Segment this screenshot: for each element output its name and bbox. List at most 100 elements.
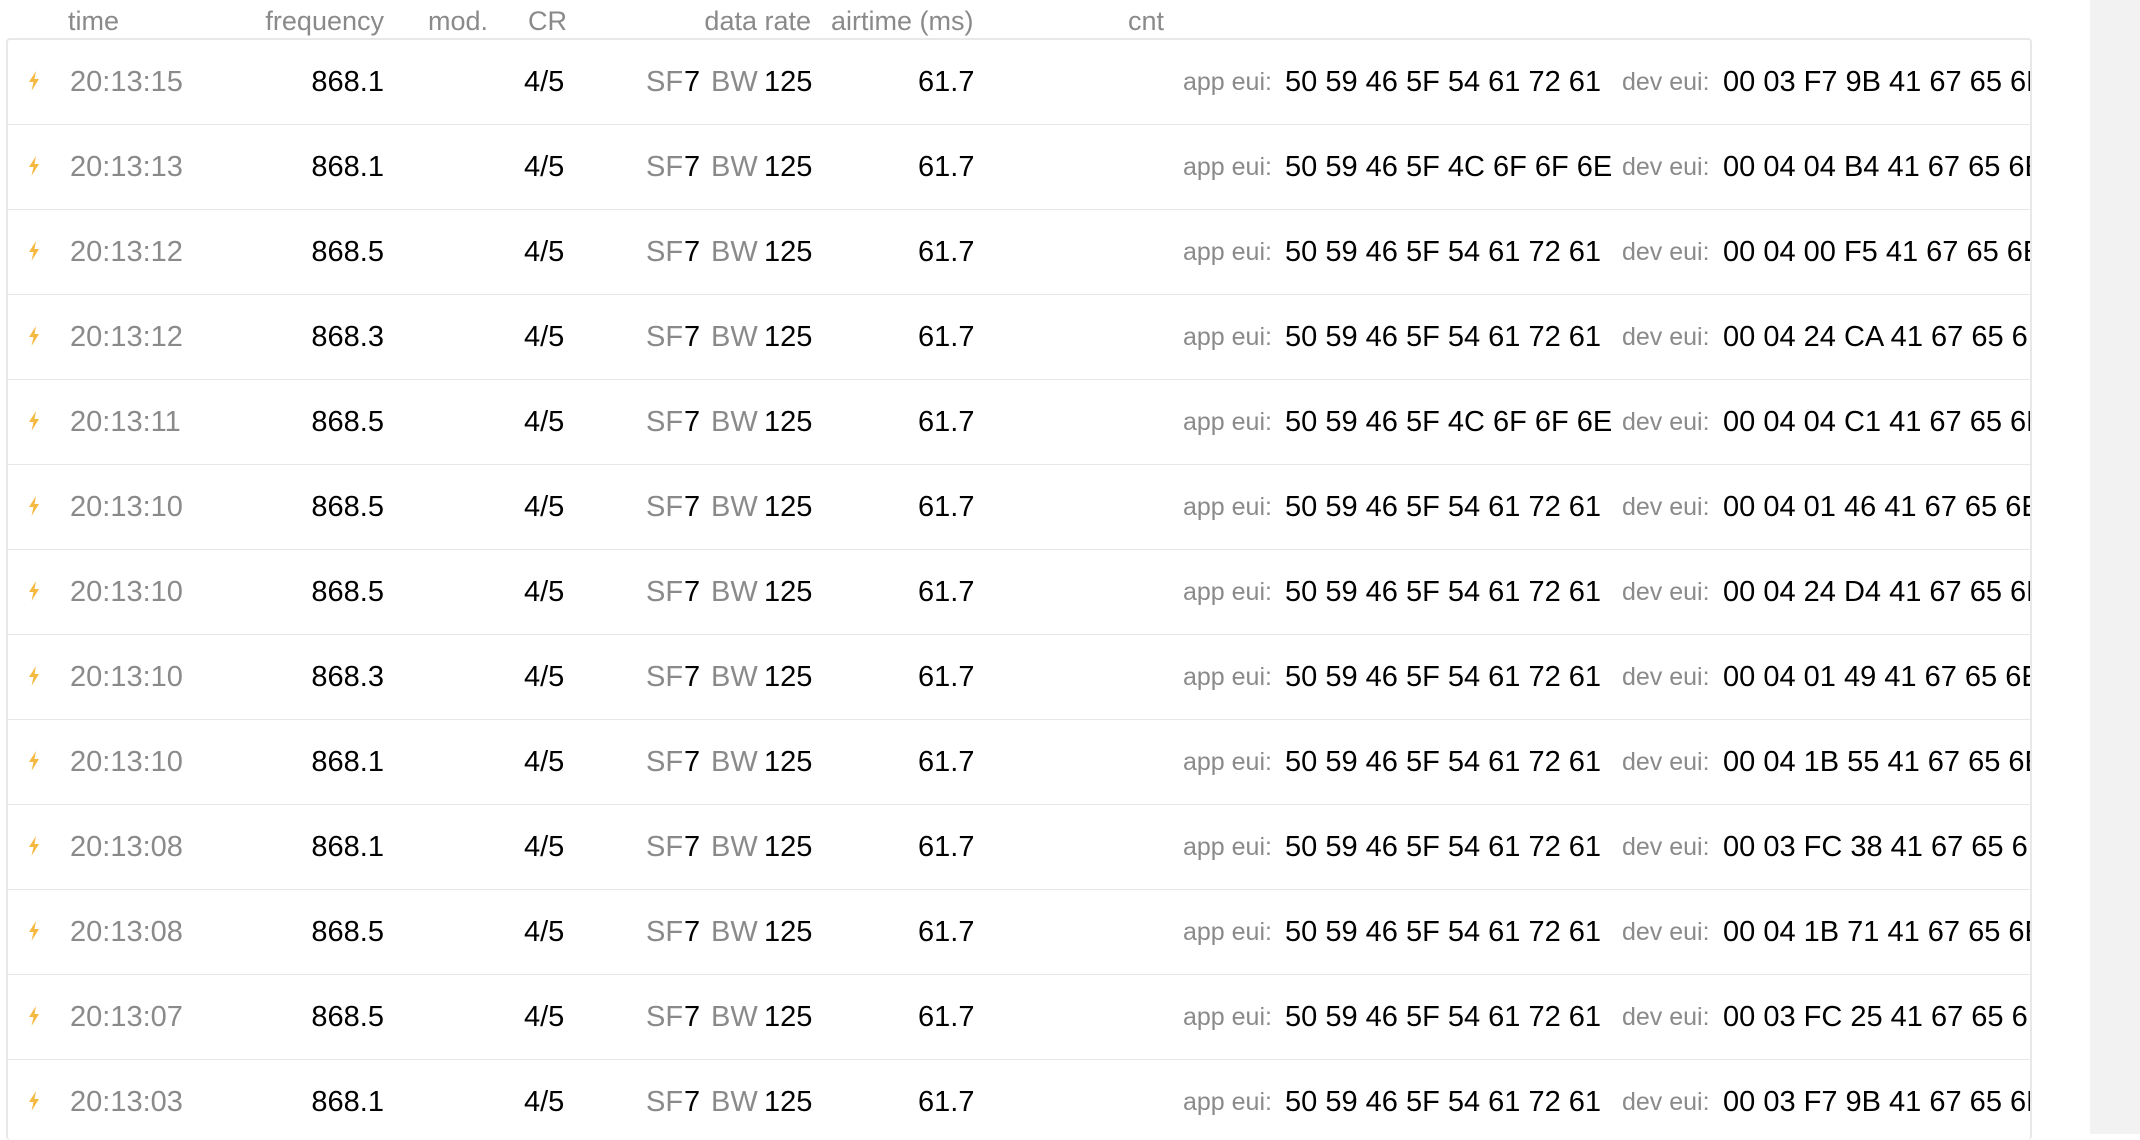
sf-label: SF bbox=[646, 916, 684, 948]
lightning-bolt-icon bbox=[28, 1060, 50, 1140]
cell-frequency: 868.5 bbox=[311, 491, 384, 523]
cell-airtime: 61.7 bbox=[918, 1001, 975, 1033]
cell-spreading-factor: 7 bbox=[684, 151, 701, 183]
table-row[interactable]: 20:13:10 868.1 4/5 SF 7 BW 125 61.7 app … bbox=[8, 720, 2030, 805]
sf-label: SF bbox=[646, 321, 684, 353]
cell-app-eui: 50 59 46 5F 54 61 72 61 bbox=[1285, 661, 1602, 693]
cell-app-eui: 50 59 46 5F 54 61 72 61 bbox=[1285, 236, 1602, 268]
cell-dev-eui: 00 03 F7 9B 41 67 65 6E bbox=[1723, 1086, 2032, 1118]
cell-spreading-factor: 7 bbox=[684, 916, 701, 948]
cell-bandwidth: 125 bbox=[764, 406, 813, 438]
cell-spreading-factor: 7 bbox=[684, 1086, 701, 1118]
table-row[interactable]: 20:13:13 868.1 4/5 SF 7 BW 125 61.7 app … bbox=[8, 125, 2030, 210]
table-row[interactable]: 20:13:12 868.3 4/5 SF 7 BW 125 61.7 app … bbox=[8, 295, 2030, 380]
table-row[interactable]: 20:13:12 868.5 4/5 SF 7 BW 125 61.7 app … bbox=[8, 210, 2030, 295]
cell-coding-rate: 4/5 bbox=[524, 66, 565, 98]
cell-frequency: 868.5 bbox=[311, 1001, 384, 1033]
app-eui-label: app eui: bbox=[1183, 238, 1272, 266]
cell-coding-rate: 4/5 bbox=[524, 236, 565, 268]
bw-label: BW bbox=[711, 746, 758, 778]
sf-label: SF bbox=[646, 576, 684, 608]
cell-airtime: 61.7 bbox=[918, 406, 975, 438]
cell-app-eui: 50 59 46 5F 54 61 72 61 bbox=[1285, 491, 1602, 523]
app-eui-label: app eui: bbox=[1183, 748, 1272, 776]
scrollbar-track[interactable] bbox=[2090, 0, 2140, 1134]
cell-bandwidth: 125 bbox=[764, 1001, 813, 1033]
cell-bandwidth: 125 bbox=[764, 321, 813, 353]
sf-label: SF bbox=[646, 236, 684, 268]
cell-frequency: 868.5 bbox=[311, 236, 384, 268]
cell-bandwidth: 125 bbox=[764, 491, 813, 523]
cell-spreading-factor: 7 bbox=[684, 746, 701, 778]
app-eui-label: app eui: bbox=[1183, 153, 1272, 181]
table-row[interactable]: 20:13:08 868.5 4/5 SF 7 BW 125 61.7 app … bbox=[8, 890, 2030, 975]
cell-airtime: 61.7 bbox=[918, 661, 975, 693]
column-header-frequency[interactable]: frequency bbox=[265, 6, 384, 37]
lightning-bolt-icon bbox=[28, 805, 50, 889]
cell-coding-rate: 4/5 bbox=[524, 1001, 565, 1033]
cell-time: 20:13:15 bbox=[70, 66, 183, 98]
cell-app-eui: 50 59 46 5F 54 61 72 61 bbox=[1285, 576, 1602, 608]
app-eui-label: app eui: bbox=[1183, 918, 1272, 946]
cell-spreading-factor: 7 bbox=[684, 661, 701, 693]
table-header: time frequency mod. CR data rate airtime… bbox=[0, 0, 2040, 42]
cell-spreading-factor: 7 bbox=[684, 491, 701, 523]
cell-app-eui: 50 59 46 5F 54 61 72 61 bbox=[1285, 1086, 1602, 1118]
table-row[interactable]: 20:13:08 868.1 4/5 SF 7 BW 125 61.7 app … bbox=[8, 805, 2030, 890]
table-row[interactable]: 20:13:15 868.1 4/5 SF 7 BW 125 61.7 app … bbox=[8, 40, 2030, 125]
bw-label: BW bbox=[711, 576, 758, 608]
lightning-bolt-icon bbox=[28, 380, 50, 464]
cell-frequency: 868.1 bbox=[311, 66, 384, 98]
cell-coding-rate: 4/5 bbox=[524, 831, 565, 863]
cell-spreading-factor: 7 bbox=[684, 236, 701, 268]
lightning-bolt-icon bbox=[28, 635, 50, 719]
cell-frequency: 868.5 bbox=[311, 406, 384, 438]
table-row[interactable]: 20:13:10 868.3 4/5 SF 7 BW 125 61.7 app … bbox=[8, 635, 2030, 720]
app-eui-label: app eui: bbox=[1183, 323, 1272, 351]
cell-airtime: 61.7 bbox=[918, 576, 975, 608]
cell-airtime: 61.7 bbox=[918, 1086, 975, 1118]
cell-app-eui: 50 59 46 5F 54 61 72 61 bbox=[1285, 321, 1602, 353]
table-row[interactable]: 20:13:10 868.5 4/5 SF 7 BW 125 61.7 app … bbox=[8, 465, 2030, 550]
sf-label: SF bbox=[646, 831, 684, 863]
bw-label: BW bbox=[711, 491, 758, 523]
cell-dev-eui: 00 04 01 49 41 67 65 6E bbox=[1723, 661, 2032, 693]
column-header-data-rate[interactable]: data rate bbox=[704, 6, 811, 37]
sf-label: SF bbox=[646, 746, 684, 778]
cell-airtime: 61.7 bbox=[918, 916, 975, 948]
cell-frequency: 868.1 bbox=[311, 151, 384, 183]
cell-bandwidth: 125 bbox=[764, 831, 813, 863]
cell-frequency: 868.1 bbox=[311, 1086, 384, 1118]
cell-coding-rate: 4/5 bbox=[524, 576, 565, 608]
column-header-coding-rate[interactable]: CR bbox=[528, 6, 567, 37]
table-row[interactable]: 20:13:07 868.5 4/5 SF 7 BW 125 61.7 app … bbox=[8, 975, 2030, 1060]
cell-coding-rate: 4/5 bbox=[524, 491, 565, 523]
cell-time: 20:13:10 bbox=[70, 491, 183, 523]
sf-label: SF bbox=[646, 661, 684, 693]
lightning-bolt-icon bbox=[28, 550, 50, 634]
cell-bandwidth: 125 bbox=[764, 236, 813, 268]
cell-coding-rate: 4/5 bbox=[524, 746, 565, 778]
lightning-bolt-icon bbox=[28, 295, 50, 379]
table-row[interactable]: 20:13:03 868.1 4/5 SF 7 BW 125 61.7 app … bbox=[8, 1060, 2030, 1140]
cell-time: 20:13:13 bbox=[70, 151, 183, 183]
bw-label: BW bbox=[711, 661, 758, 693]
cell-dev-eui: 00 04 00 F5 41 67 65 6E bbox=[1723, 236, 2032, 268]
cell-app-eui: 50 59 46 5F 54 61 72 61 bbox=[1285, 916, 1602, 948]
cell-app-eui: 50 59 46 5F 4C 6F 6F 6E bbox=[1285, 151, 1613, 183]
column-header-modulation[interactable]: mod. bbox=[428, 6, 488, 37]
cell-dev-eui: 00 04 04 C1 41 67 65 6E bbox=[1723, 406, 2032, 438]
column-header-count[interactable]: cnt bbox=[1128, 6, 1164, 37]
column-header-time[interactable]: time bbox=[68, 6, 119, 37]
bw-label: BW bbox=[711, 236, 758, 268]
cell-spreading-factor: 7 bbox=[684, 576, 701, 608]
table-row[interactable]: 20:13:11 868.5 4/5 SF 7 BW 125 61.7 app … bbox=[8, 380, 2030, 465]
cell-frequency: 868.1 bbox=[311, 746, 384, 778]
lightning-bolt-icon bbox=[28, 890, 50, 974]
column-header-airtime[interactable]: airtime (ms) bbox=[831, 6, 974, 37]
cell-time: 20:13:12 bbox=[70, 321, 183, 353]
table-row[interactable]: 20:13:10 868.5 4/5 SF 7 BW 125 61.7 app … bbox=[8, 550, 2030, 635]
cell-bandwidth: 125 bbox=[764, 576, 813, 608]
cell-dev-eui: 00 04 04 B4 41 67 65 6E bbox=[1723, 151, 2032, 183]
cell-dev-eui: 00 04 01 46 41 67 65 6E bbox=[1723, 491, 2032, 523]
